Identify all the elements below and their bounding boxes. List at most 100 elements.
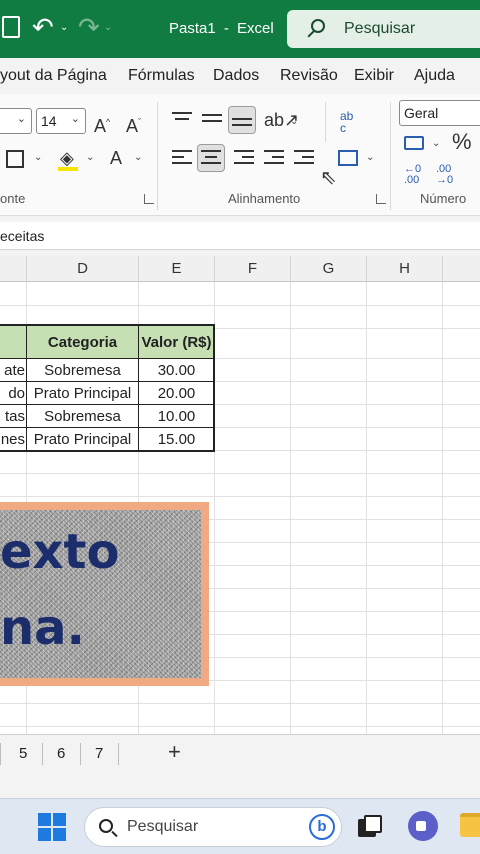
column-header-h[interactable]: H (367, 256, 443, 282)
tab-separator (42, 743, 43, 765)
column-header-d[interactable]: D (27, 256, 139, 282)
column-header-i[interactable] (443, 256, 480, 282)
tab-data[interactable]: Dados (213, 67, 259, 85)
table-header-categoria[interactable]: Categoria (27, 325, 138, 358)
grid-line (0, 473, 480, 474)
table-cell-valor[interactable]: 10.00 (139, 408, 214, 425)
table-cell-valor[interactable]: 15.00 (139, 431, 214, 448)
increase-indent-icon[interactable] (294, 150, 314, 168)
font-size-value: 14 (41, 113, 57, 129)
chevron-down-icon[interactable]: ⌄ (290, 116, 298, 127)
ribbon-divider (390, 102, 391, 210)
undo-icon[interactable]: ↶ (32, 12, 54, 42)
table-cell-categoria[interactable]: Prato Principal (27, 385, 138, 402)
search-input[interactable]: Pesquisar (287, 10, 480, 48)
decrease-font-icon[interactable]: Aˇ (126, 112, 141, 136)
column-header-g[interactable]: G (291, 256, 367, 282)
table-header-valor[interactable]: Valor (R$) (139, 325, 214, 358)
align-top-icon[interactable] (172, 112, 192, 124)
table-border (0, 324, 215, 326)
accounting-format-icon[interactable] (404, 136, 424, 150)
redo-icon[interactable]: ↷ (78, 12, 100, 42)
group-label-font: onte (0, 191, 26, 206)
teams-chat-icon[interactable] (408, 811, 438, 841)
borders-icon[interactable] (6, 150, 24, 168)
chevron-down-icon[interactable]: ⌄ (34, 152, 42, 163)
table-cell-valor[interactable]: 20.00 (139, 385, 214, 402)
chevron-down-icon[interactable]: ⌄ (86, 152, 94, 163)
grid-line (290, 282, 291, 734)
column-header-c[interactable] (0, 256, 27, 282)
sheet-tab-7[interactable]: 7 (95, 745, 103, 762)
increase-decimal-icon[interactable]: ←0 .00 (404, 164, 424, 186)
wrap-text-icon[interactable]: ab c (340, 110, 360, 134)
undo-dropdown-icon[interactable]: ⌄ (60, 22, 68, 33)
mouse-cursor-icon: ⇖ (320, 167, 337, 189)
table-cell[interactable]: nes (0, 431, 25, 448)
chevron-down-icon: ⌄ (16, 113, 26, 125)
font-color-icon[interactable]: A (110, 148, 122, 168)
align-center-icon (201, 150, 221, 168)
table-cell-categoria[interactable]: Sobremesa (27, 362, 138, 379)
chevron-down-icon[interactable]: ⌄ (366, 152, 374, 163)
tab-view[interactable]: Exibir (354, 67, 394, 85)
taskbar-search-input[interactable]: Pesquisar b (84, 807, 342, 847)
align-left-icon[interactable] (172, 150, 192, 168)
chevron-down-icon[interactable]: ⌄ (432, 138, 440, 149)
add-sheet-button[interactable]: + (168, 739, 181, 765)
table-cell-categoria[interactable]: Sobremesa (27, 408, 138, 425)
font-name-dropdown[interactable]: ⌄ (0, 108, 32, 134)
ribbon-divider (157, 102, 158, 210)
percent-style-button[interactable]: % (452, 131, 472, 153)
file-explorer-icon[interactable] (460, 813, 480, 837)
tab-formulas[interactable]: Fórmulas (128, 67, 195, 85)
tab-help[interactable]: Ajuda (414, 67, 455, 85)
align-middle-icon[interactable] (202, 114, 222, 126)
windows-start-icon[interactable] (38, 813, 66, 841)
fill-color-icon[interactable]: ◈ (60, 148, 74, 168)
table-border (138, 324, 139, 452)
tab-separator (80, 743, 81, 765)
ribbon-divider (325, 102, 326, 142)
tab-separator (118, 743, 119, 765)
increase-font-icon[interactable]: A^ (94, 112, 110, 136)
save-icon[interactable] (2, 16, 20, 38)
title-separator: - (223, 20, 229, 37)
table-header-cell[interactable] (0, 325, 26, 358)
grid-line (366, 282, 367, 734)
align-right-icon[interactable] (234, 150, 254, 168)
group-label-number: Número (420, 191, 467, 206)
decrease-indent-icon[interactable] (264, 150, 284, 168)
task-view-icon[interactable] (358, 815, 382, 837)
alignment-dialog-launcher-icon[interactable] (376, 194, 386, 204)
table-cell[interactable]: tas (0, 408, 25, 425)
redo-dropdown-icon[interactable]: ⌄ (104, 22, 112, 33)
chevron-down-icon[interactable]: ⌄ (134, 152, 142, 163)
table-cell[interactable]: ate (0, 362, 25, 379)
search-label: Pesquisar (344, 20, 416, 37)
ribbon-tabs: yout da Página Fórmulas Dados Revisão Ex… (0, 58, 480, 94)
taskbar: Pesquisar b (0, 798, 480, 854)
sheet-tab-5[interactable]: 5 (19, 745, 27, 762)
merge-center-icon[interactable] (338, 150, 358, 166)
ribbon: ⌄ 14 ⌄ A^ Aˇ ⌄ ◈ ⌄ A ⌄ onte ab↗ ⌄ ⇖ Alinh… (0, 94, 480, 216)
tab-page-layout[interactable]: yout da Página (0, 67, 107, 85)
tab-review[interactable]: Revisão (280, 67, 338, 85)
font-dialog-launcher-icon[interactable] (144, 194, 154, 204)
table-border (26, 324, 27, 452)
decrease-decimal-icon[interactable]: .00 →0 (436, 164, 456, 186)
group-label-alignment: Alinhamento (228, 191, 301, 206)
title-bar: ↶ ⌄ ↷ ⌄ Pasta1 - Excel Pesquisar (0, 0, 480, 58)
sheet-tab-6[interactable]: 6 (57, 745, 65, 762)
column-header-f[interactable]: F (215, 256, 291, 282)
table-cell[interactable]: do (0, 385, 25, 402)
table-border (0, 427, 215, 428)
formula-bar[interactable]: eceitas (0, 222, 480, 250)
font-size-dropdown[interactable]: 14 ⌄ (36, 108, 86, 134)
number-format-dropdown[interactable]: Geral (399, 100, 480, 126)
bing-icon[interactable]: b (309, 814, 335, 840)
table-cell-valor[interactable]: 30.00 (139, 362, 214, 379)
column-header-e[interactable]: E (139, 256, 215, 282)
table-cell-categoria[interactable]: Prato Principal (27, 431, 138, 448)
table-border (0, 404, 215, 405)
